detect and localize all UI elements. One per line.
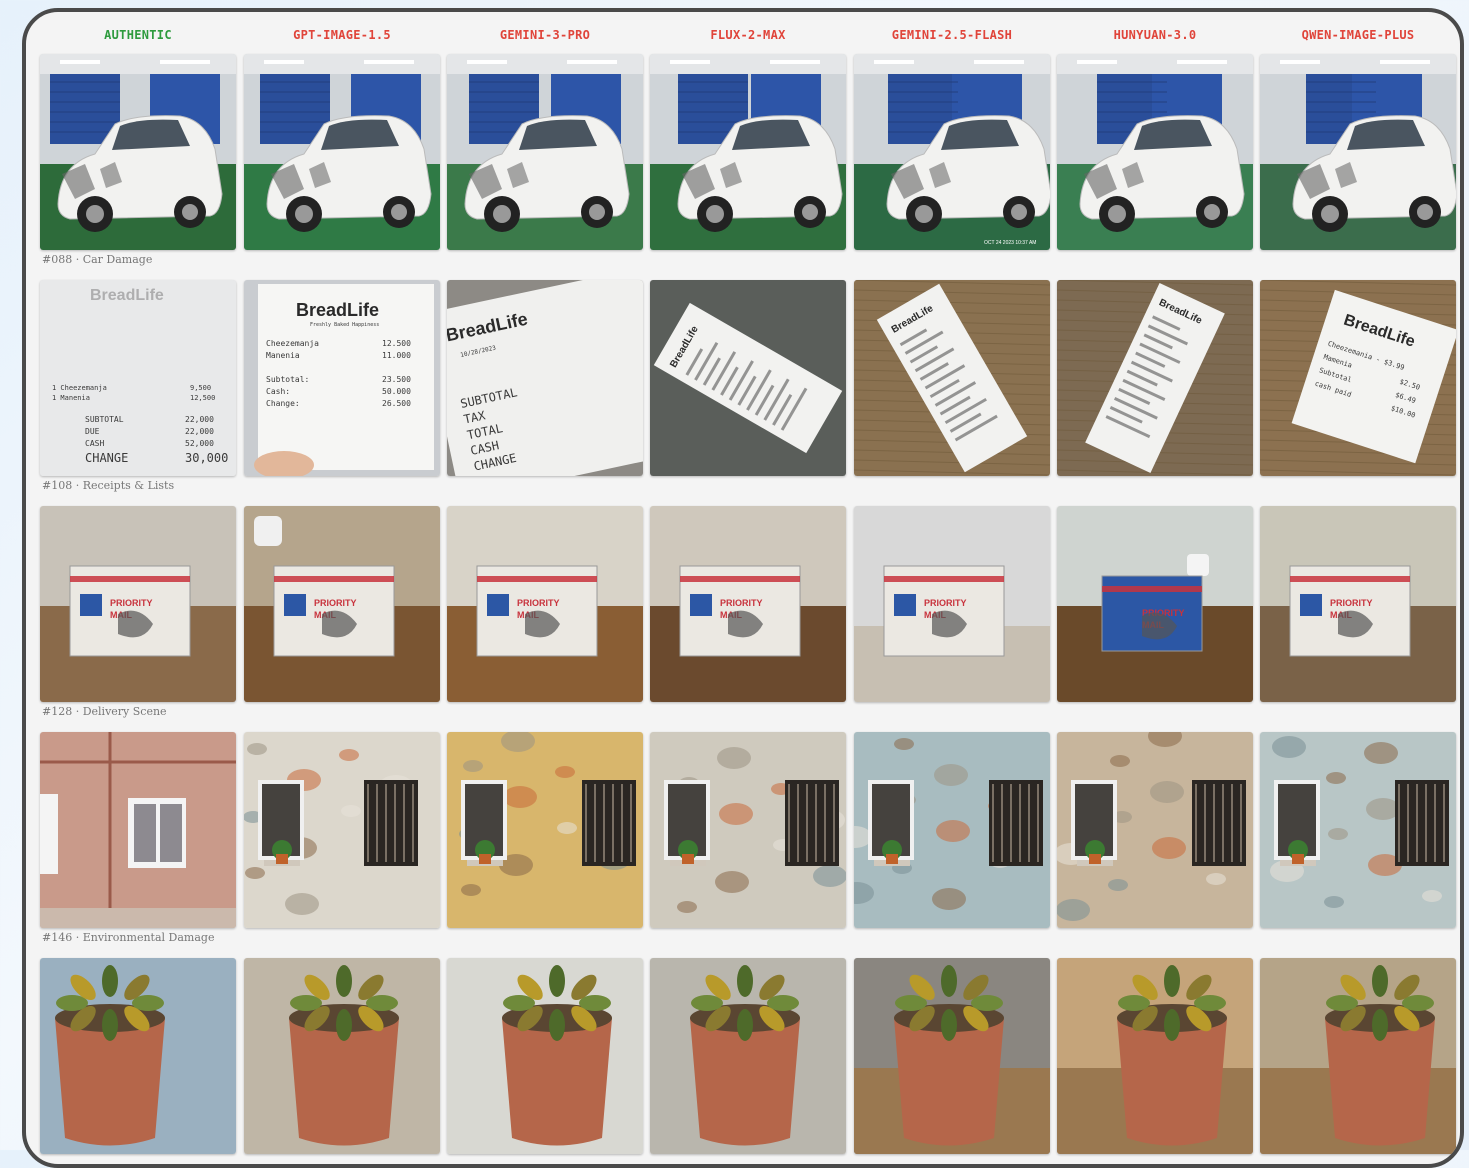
car-image-6	[1260, 54, 1456, 250]
row-label: #128 · Delivery Scene	[42, 705, 167, 718]
wall-image-6	[1260, 732, 1456, 928]
plant-image-2	[447, 958, 643, 1154]
wall-image-2	[447, 732, 643, 928]
svg-text:OCT 24 2023 10:37 AM: OCT 24 2023 10:37 AM	[984, 240, 1036, 246]
car-image-3	[650, 54, 846, 250]
svg-text:SUBTOTAL: SUBTOTAL	[85, 415, 124, 424]
wall-image-1	[244, 732, 440, 928]
car-image-5	[1057, 54, 1253, 250]
svg-text:22,000: 22,000	[185, 427, 214, 436]
svg-text:Change:: Change:	[266, 399, 300, 408]
wall-image-5	[1057, 732, 1253, 928]
svg-text:9,500: 9,500	[190, 384, 211, 392]
receipt-image-5: BreadLife	[1057, 280, 1253, 476]
column-header-3: FLUX-2-MAX	[710, 28, 786, 42]
box-image-4: PRIORITYMAIL	[854, 506, 1050, 702]
plant-image-1	[244, 958, 440, 1154]
svg-text:PRIORITY: PRIORITY	[314, 598, 357, 608]
receipt-image-1: BreadLife Freshly Baked Happiness Cheezema…	[244, 280, 440, 476]
svg-text:50.000: 50.000	[382, 387, 411, 396]
receipt-image-4: BreadLife	[854, 280, 1050, 476]
car-image-1	[244, 54, 440, 250]
svg-text:PRIORITY: PRIORITY	[1330, 598, 1373, 608]
receipt-image-0: BreadLife 1 Cheezemanja 9,500 1 Manenia 12,5…	[40, 280, 236, 476]
plant-image-4	[854, 958, 1050, 1154]
row-label: #146 · Environmental Damage	[42, 931, 215, 944]
wall-image-4	[854, 732, 1050, 928]
svg-text:22,000: 22,000	[185, 415, 214, 424]
svg-text:BreadLife: BreadLife	[296, 300, 379, 320]
svg-text:23.500: 23.500	[382, 375, 411, 384]
wall-image-0	[40, 732, 236, 928]
car-image-2	[447, 54, 643, 250]
box-image-5: PRIORITYMAIL	[1057, 506, 1253, 702]
box-image-0: PRIORITYMAIL	[40, 506, 236, 702]
svg-text:52,000: 52,000	[185, 439, 214, 448]
svg-text:12,500: 12,500	[190, 394, 215, 402]
plant-image-5	[1057, 958, 1253, 1154]
column-header-5: HUNYUAN-3.0	[1113, 28, 1197, 42]
svg-text:Cheezemanja: Cheezemanja	[266, 339, 319, 348]
wall-image-3	[650, 732, 846, 928]
receipt-image-2: BreadLife 10/28/2023 SUBTOTAL TAX TOTAL CASH C…	[447, 280, 643, 476]
svg-text:30,000: 30,000	[185, 451, 228, 465]
receipt-image-3: BreadLife	[650, 280, 846, 476]
box-image-1: PRIORITYMAIL	[244, 506, 440, 702]
svg-text:BreadLife: BreadLife	[90, 287, 164, 304]
car-image-0	[40, 54, 236, 250]
svg-text:PRIORITY: PRIORITY	[720, 598, 763, 608]
car-image-4: OCT 24 2023 10:37 AM	[854, 54, 1050, 250]
svg-text:CASH: CASH	[85, 439, 104, 448]
plant-image-6	[1260, 958, 1456, 1154]
svg-text:PRIORITY: PRIORITY	[517, 598, 560, 608]
column-header-1: GPT-IMAGE-1.5	[293, 28, 391, 42]
comparison-grid-frame: AUTHENTIC GPT-IMAGE-1.5 GEMINI-3-PRO FLUX-2…	[22, 8, 1464, 1168]
column-header-4: GEMINI-2.5-FLASH	[891, 28, 1013, 42]
row-label: #088 · Car Damage	[42, 253, 153, 266]
svg-text:PRIORITY: PRIORITY	[110, 598, 153, 608]
svg-text:12.500: 12.500	[382, 339, 411, 348]
svg-text:11.000: 11.000	[382, 351, 411, 360]
svg-text:DUE: DUE	[85, 427, 100, 436]
column-header-6: QWEN-IMAGE-PLUS	[1301, 28, 1415, 42]
receipt-image-6: BreadLife Cheezemania - $3.99 Mamenia $2.50…	[1260, 280, 1456, 476]
row-label: #108 · Receipts & Lists	[42, 479, 175, 492]
svg-text:Cash:: Cash:	[266, 387, 290, 396]
svg-text:Manenia: Manenia	[266, 351, 300, 360]
svg-text:1 Manenia: 1 Manenia	[52, 394, 90, 402]
box-image-2: PRIORITYMAIL	[447, 506, 643, 702]
svg-text:Subtotal:: Subtotal:	[266, 375, 309, 384]
svg-text:PRIORITY: PRIORITY	[924, 598, 967, 608]
plant-image-0	[40, 958, 236, 1154]
column-header-0: AUTHENTIC	[104, 28, 172, 42]
svg-text:CHANGE: CHANGE	[85, 451, 128, 465]
svg-text:Freshly Baked Happiness: Freshly Baked Happiness	[310, 322, 379, 328]
svg-text:1 Cheezemanja: 1 Cheezemanja	[52, 384, 107, 392]
box-image-6: PRIORITYMAIL	[1260, 506, 1456, 702]
box-image-3: PRIORITYMAIL	[650, 506, 846, 702]
column-header-2: GEMINI-3-PRO	[499, 28, 591, 42]
svg-text:26.500: 26.500	[382, 399, 411, 408]
plant-image-3	[650, 958, 846, 1154]
